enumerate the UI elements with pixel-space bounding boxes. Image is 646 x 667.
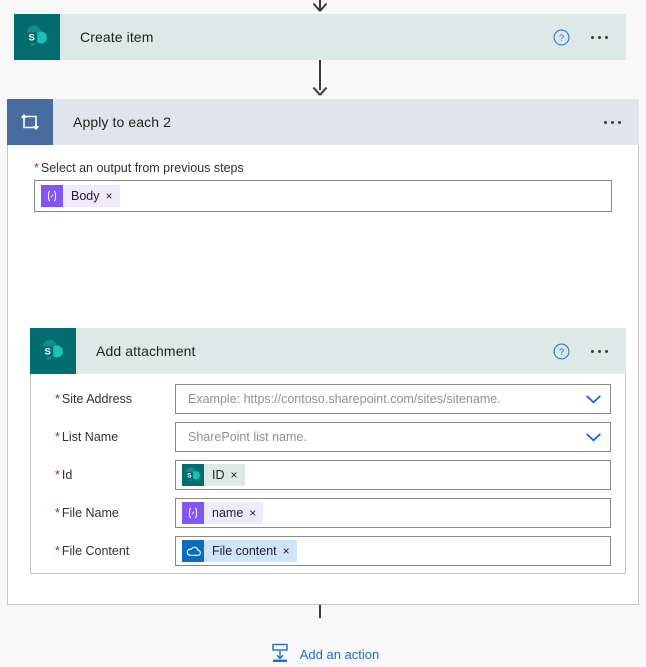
connector-arrow-middle <box>312 84 328 96</box>
required-marker: * <box>34 161 39 175</box>
required-marker: * <box>55 392 60 406</box>
param-label-file-name: * File Name <box>45 506 175 520</box>
sharepoint-icon: S <box>30 328 76 374</box>
more-options-icon[interactable] <box>586 26 612 48</box>
chevron-down-icon[interactable] <box>576 423 610 451</box>
loop-icon <box>7 99 53 145</box>
token-chip-label: Body <box>71 189 100 203</box>
svg-text:S: S <box>29 33 35 44</box>
insert-below-icon <box>269 642 291 667</box>
list-name-combobox[interactable]: SharePoint list name. <box>175 422 611 452</box>
token-chip-file-content[interactable]: File content × <box>182 540 297 562</box>
help-circle-icon[interactable]: ? <box>550 340 572 362</box>
connector-line-bottom <box>319 605 321 618</box>
close-icon[interactable]: × <box>283 545 297 557</box>
svg-text:S: S <box>187 472 192 479</box>
select-output-input[interactable]: Body × <box>34 180 612 212</box>
sharepoint-icon: S <box>14 14 60 60</box>
connector-arrow-top <box>312 0 328 12</box>
svg-text:?: ? <box>558 347 563 358</box>
close-icon[interactable]: × <box>249 507 263 519</box>
create-item-header[interactable]: S Create item ? <box>14 14 626 60</box>
param-label-file-content: * File Content <box>45 544 175 558</box>
token-chip-id[interactable]: S ID × <box>182 464 245 486</box>
chevron-down-icon[interactable] <box>576 385 610 413</box>
param-label-text: Id <box>61 468 73 482</box>
more-options-icon[interactable] <box>586 340 612 362</box>
expression-icon <box>41 185 63 207</box>
param-row-list-name: * List Name SharePoint list name. <box>45 422 611 452</box>
action-card-add-attachment[interactable]: S Add attachment ? * Site Address Exampl… <box>30 328 626 574</box>
param-row-file-name: * File Name name × <box>45 498 611 528</box>
token-chip-name[interactable]: name × <box>182 502 264 524</box>
param-row-id: * Id S ID × <box>45 460 611 490</box>
id-input[interactable]: S ID × <box>175 460 611 490</box>
token-chip-body[interactable]: Body × <box>41 185 120 207</box>
apply-to-each-body: * Select an output from previous steps Bo… <box>8 161 638 212</box>
more-options-icon[interactable] <box>599 111 625 133</box>
required-marker: * <box>55 468 60 482</box>
action-card-create-item[interactable]: S Create item ? <box>14 14 626 60</box>
expression-icon <box>182 502 204 524</box>
param-label-id: * Id <box>45 468 175 482</box>
select-output-label-text: Select an output from previous steps <box>40 161 244 175</box>
required-marker: * <box>55 506 60 520</box>
select-output-label: * Select an output from previous steps <box>34 161 620 175</box>
site-address-placeholder: Example: https://contoso.sharepoint.com/… <box>188 392 501 406</box>
param-row-file-content: * File Content File content × <box>45 536 611 566</box>
help-circle-icon[interactable]: ? <box>550 26 572 48</box>
param-label-text: File Content <box>61 544 130 558</box>
onedrive-cloud-icon <box>182 540 204 562</box>
file-content-input[interactable]: File content × <box>175 536 611 566</box>
token-chip-label: ID <box>212 468 225 482</box>
token-chip-label: name <box>212 506 244 520</box>
sharepoint-icon: S <box>182 464 204 486</box>
param-label-site-address: * Site Address <box>45 392 175 406</box>
add-attachment-title: Add attachment <box>96 343 196 359</box>
close-icon[interactable]: × <box>231 469 245 481</box>
param-row-site-address: * Site Address Example: https://contoso.s… <box>45 384 611 414</box>
create-item-title: Create item <box>80 29 154 45</box>
svg-text:?: ? <box>558 33 563 44</box>
list-name-placeholder: SharePoint list name. <box>188 430 307 444</box>
param-label-list-name: * List Name <box>45 430 175 444</box>
apply-to-each-header[interactable]: Apply to each 2 <box>7 99 639 145</box>
required-marker: * <box>55 430 60 444</box>
param-label-text: Site Address <box>61 392 133 406</box>
action-card-apply-to-each[interactable]: Apply to each 2 * Select an output from p… <box>7 99 639 662</box>
token-chip-label: File content <box>212 544 277 558</box>
add-an-action-button[interactable]: Add an action <box>8 642 640 667</box>
param-label-text: List Name <box>61 430 119 444</box>
required-marker: * <box>55 544 60 558</box>
site-address-combobox[interactable]: Example: https://contoso.sharepoint.com/… <box>175 384 611 414</box>
file-name-input[interactable]: name × <box>175 498 611 528</box>
add-attachment-header[interactable]: S Add attachment ? <box>30 328 626 374</box>
add-an-action-label: Add an action <box>299 647 380 662</box>
param-label-text: File Name <box>61 506 119 520</box>
svg-text:S: S <box>45 347 51 358</box>
add-attachment-parameters: * Site Address Example: https://contoso.s… <box>31 374 625 566</box>
close-icon[interactable]: × <box>106 190 120 202</box>
apply-to-each-title: Apply to each 2 <box>73 114 172 130</box>
